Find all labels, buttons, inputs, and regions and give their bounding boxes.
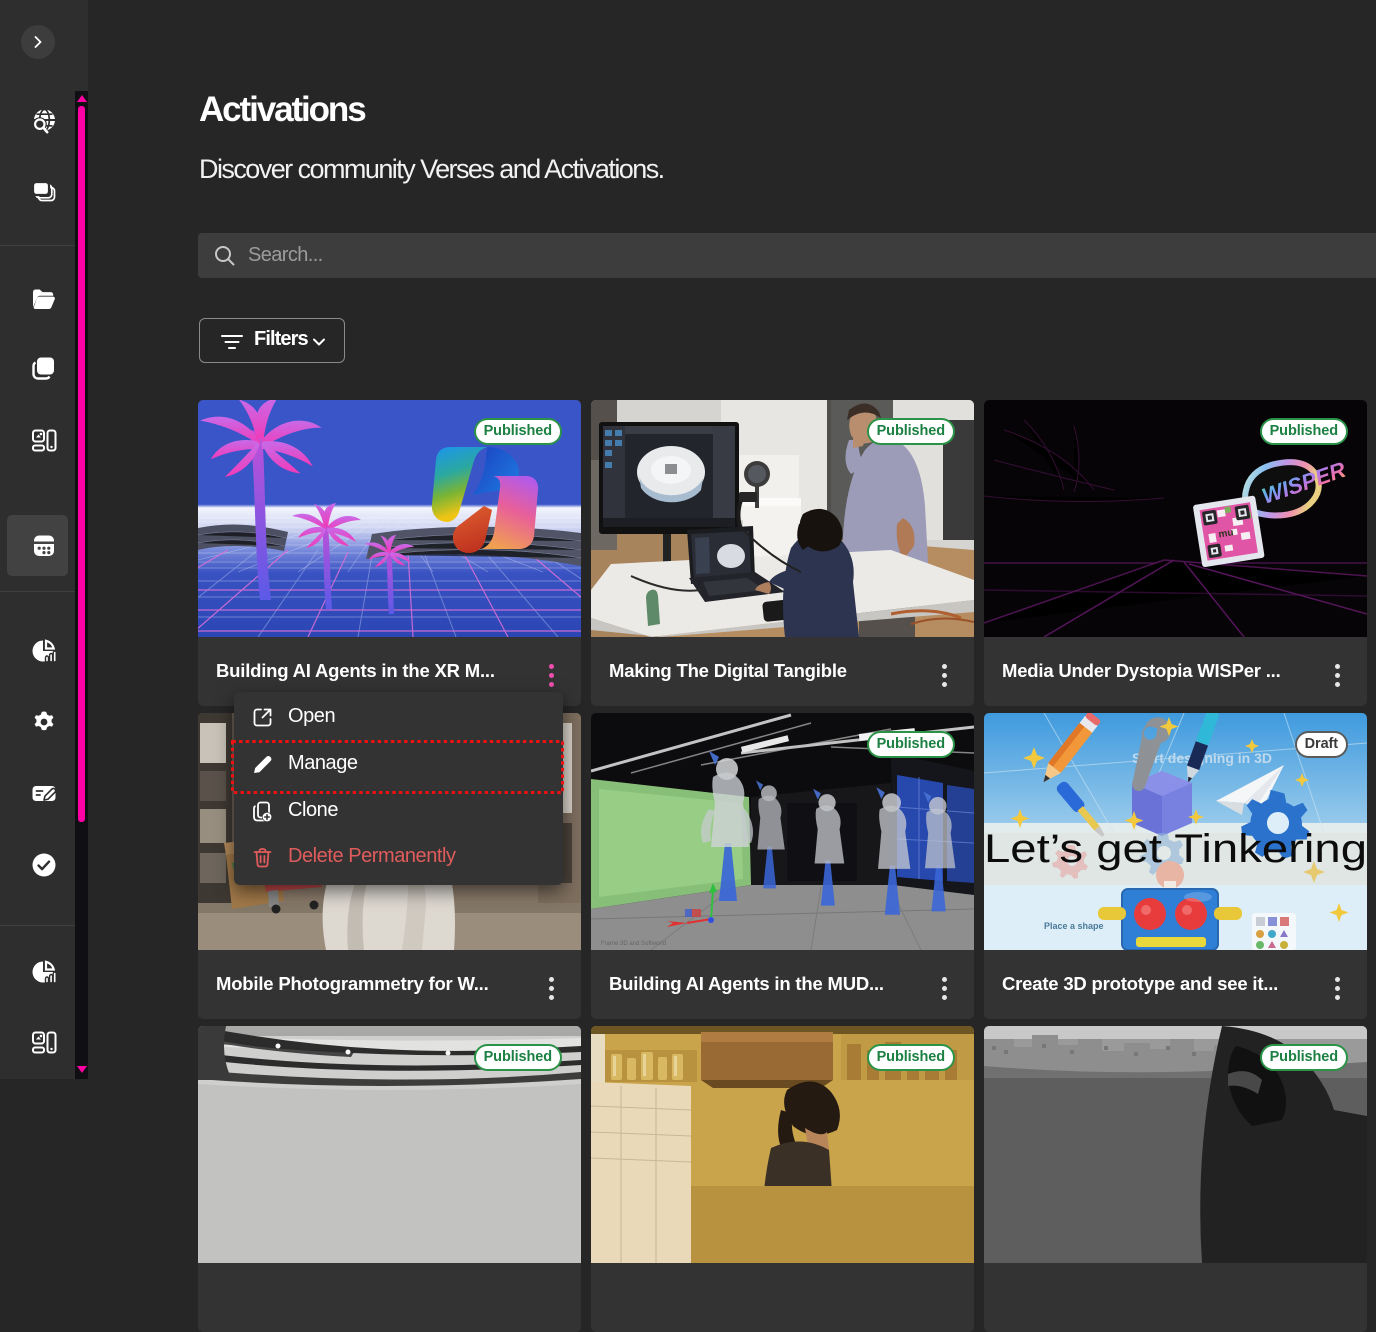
svg-text:Frame 3D and Softworld: Frame 3D and Softworld — [601, 941, 666, 947]
svg-text:mu: mu — [1218, 527, 1235, 540]
svg-text:Let’s get Tinkering: Let’s get Tinkering — [984, 827, 1367, 871]
svg-text:Place a shape: Place a shape — [1044, 921, 1104, 931]
